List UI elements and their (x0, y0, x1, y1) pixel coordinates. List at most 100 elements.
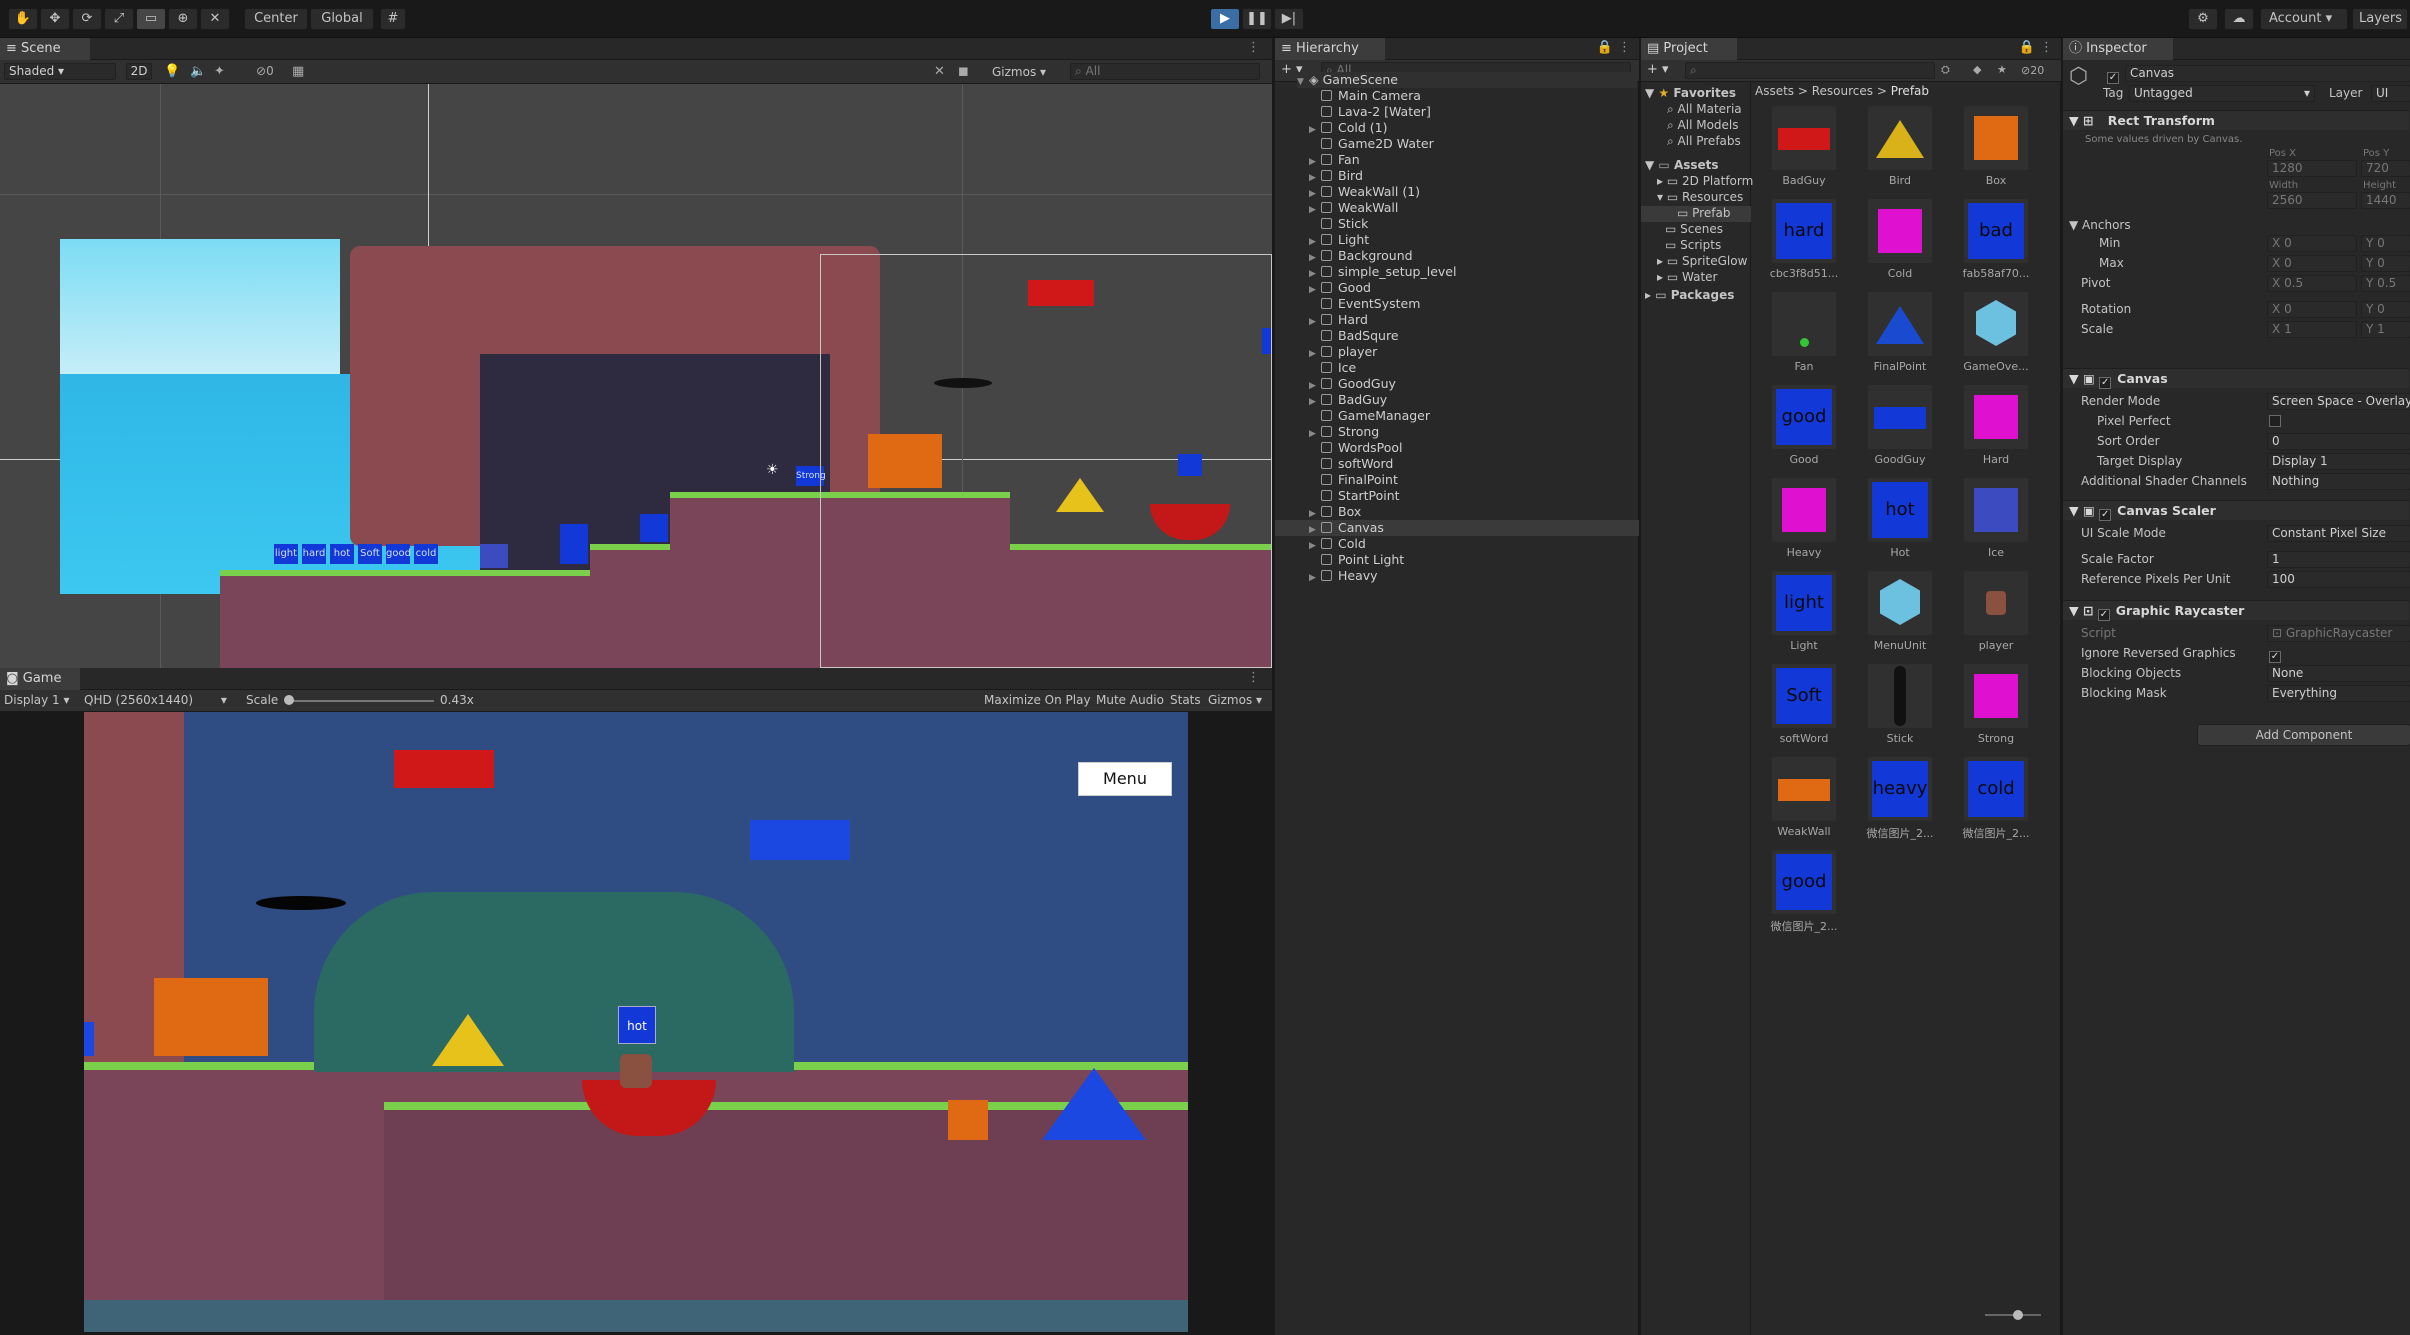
game-bird-triangle[interactable] (432, 1014, 504, 1066)
hierarchy-item[interactable]: ▶ Cold (1) (1275, 120, 1639, 136)
scene-menu-icon[interactable]: ⋮ (1247, 40, 1260, 55)
rotation-x[interactable]: X 0 (2267, 301, 2357, 318)
tab-project[interactable]: ▤ Project (1641, 38, 1737, 60)
hierarchy-item[interactable]: FinalPoint (1275, 472, 1639, 488)
asset-item[interactable]: Ice (1951, 478, 2041, 559)
game-blue-block[interactable] (750, 820, 850, 860)
asset-item[interactable]: Heavy (1759, 478, 1849, 559)
anchors-foldout[interactable]: ▼ Anchors (2069, 218, 2131, 232)
game-player[interactable] (620, 1054, 652, 1088)
fav-all-prefabs[interactable]: ⌕ All Prefabs (1667, 134, 1741, 149)
word-light[interactable]: light (274, 544, 298, 564)
tag-dropdown[interactable]: Untagged ▾ (2129, 85, 2315, 102)
scale-slider-handle[interactable] (284, 695, 294, 705)
asset-item[interactable]: heavy 微信图片_2... (1855, 757, 1945, 841)
tab-game[interactable]: ◙ Game (0, 668, 80, 690)
folder-resources[interactable]: ▾ ▭ Resources (1657, 190, 1743, 204)
active-checkbox[interactable]: ✓ (2107, 67, 2119, 84)
ice-block[interactable] (480, 544, 508, 568)
word-soft[interactable]: Soft (358, 544, 382, 564)
asset-item[interactable]: hot Hot (1855, 478, 1945, 559)
hierarchy-menu-icon[interactable]: ⋮ (1618, 40, 1631, 55)
fav-all-models[interactable]: ⌕ All Models (1667, 118, 1739, 133)
asset-item[interactable]: cold 微信图片_2... (1951, 757, 2041, 841)
resolution-dropdown[interactable]: QHD (2560x1440) ▾ (84, 693, 227, 707)
asset-item[interactable]: GameOve... (1951, 292, 2041, 373)
hierarchy-item[interactable]: EventSystem (1275, 296, 1639, 312)
asset-item[interactable]: bad fab58af70... (1951, 199, 2041, 280)
pos-y-field[interactable]: 720 (2361, 160, 2410, 177)
hierarchy-item[interactable]: ▶ WeakWall (1275, 200, 1639, 216)
assets-folder[interactable]: ▼ ▭ Assets (1645, 158, 1719, 172)
asset-item[interactable]: Bird (1855, 106, 1945, 187)
sort-order-field[interactable]: 0 (2267, 433, 2410, 450)
game-hot-word[interactable]: hot (618, 1006, 656, 1044)
maximize-on-play-toggle[interactable]: Maximize On Play (984, 693, 1091, 707)
asset-item[interactable]: player (1951, 571, 2041, 652)
pivot-global-button[interactable]: Global (310, 8, 374, 30)
asset-item[interactable]: light Light (1759, 571, 1849, 652)
layers-dropdown[interactable]: Layers (2352, 8, 2408, 30)
scale-factor-field[interactable]: 1 (2267, 551, 2410, 568)
anchor-min-y[interactable]: Y 0 (2361, 235, 2410, 252)
pivot-y[interactable]: Y 0.5 (2361, 275, 2410, 292)
target-display-dropdown[interactable]: Display 1 (2267, 453, 2410, 470)
hierarchy-item[interactable]: Stick (1275, 216, 1639, 232)
asset-item[interactable]: good Good (1759, 385, 1849, 466)
height-field[interactable]: 1440 (2361, 192, 2410, 209)
folder-scenes[interactable]: ▭ Scenes (1665, 222, 1723, 236)
rotate-tool-icon[interactable]: ⟳ (72, 8, 102, 30)
asset-item[interactable]: Fan (1759, 292, 1849, 373)
game-small-box[interactable] (948, 1100, 988, 1140)
canvas-component-header[interactable]: ▼ ▣ ✓ Canvas (2063, 368, 2409, 389)
shader-channels-dropdown[interactable]: Nothing (2267, 473, 2410, 490)
light-gizmo-icon[interactable]: ☀ (766, 463, 779, 477)
lock-icon[interactable]: 🔒 (1597, 40, 1613, 55)
game-menu-icon[interactable]: ⋮ (1247, 670, 1260, 685)
move-tool-icon[interactable]: ✥ (40, 8, 70, 30)
effects-icon[interactable]: ✦ (214, 64, 225, 79)
hierarchy-item[interactable]: Game2D Water (1275, 136, 1639, 152)
shading-mode-dropdown[interactable]: Shaded ▾ (4, 63, 116, 80)
services-icon[interactable]: ⚙ (2188, 8, 2218, 30)
scene-gizmos-dropdown[interactable]: Gizmos ▾ (992, 65, 1046, 79)
hierarchy-item[interactable]: Main Camera (1275, 88, 1639, 104)
pos-x-field[interactable]: 1280 (2267, 160, 2357, 177)
scale-x[interactable]: X 1 (2267, 321, 2357, 338)
icon-size-slider-handle[interactable] (2013, 1310, 2023, 1320)
game-stick[interactable] (256, 896, 346, 910)
scene-root-row[interactable]: ▼ ◈ GameScene (1297, 72, 1637, 88)
asset-item[interactable]: BadGuy (1759, 106, 1849, 187)
grid-snap-icon[interactable]: # (380, 8, 406, 30)
folder-spriteglow[interactable]: ▸ ▭ SpriteGlow (1657, 254, 1747, 268)
2d-toggle-button[interactable]: 2D (126, 63, 152, 80)
word-cold[interactable]: cold (414, 544, 438, 564)
render-mode-dropdown[interactable]: Screen Space - Overlay (2267, 393, 2410, 410)
add-component-button[interactable]: Add Component (2197, 724, 2410, 746)
asset-item[interactable]: Box (1951, 106, 2041, 187)
expand-arrow-icon[interactable]: ▶ (1309, 570, 1321, 586)
hierarchy-item[interactable]: Ice (1275, 360, 1639, 376)
asset-item[interactable]: Stick (1855, 664, 1945, 745)
tab-scene[interactable]: ≡ Scene (0, 38, 90, 60)
hierarchy-item[interactable]: ▶ simple_setup_level (1275, 264, 1639, 280)
game-viewport[interactable]: hot Menu (84, 712, 1188, 1332)
hierarchy-item[interactable]: WordsPool (1275, 440, 1639, 456)
hierarchy-item[interactable]: Point Light (1275, 552, 1639, 568)
game-box[interactable] (154, 978, 268, 1056)
hierarchy-item[interactable]: ▶ Cold (1275, 536, 1639, 552)
ignore-reversed-checkbox[interactable]: ✓ (2269, 646, 2281, 663)
folder-prefab-selected[interactable]: ▭ Prefab (1641, 206, 1751, 222)
layer-dropdown[interactable]: UI (2371, 85, 2410, 102)
fav-all-materials[interactable]: ⌕ All Materia (1667, 102, 1742, 117)
camera-icon[interactable]: ◼ (958, 64, 969, 79)
game-finalpoint-triangle[interactable] (1042, 1068, 1146, 1140)
asset-item[interactable]: MenuUnit (1855, 571, 1945, 652)
transform-tool-icon[interactable]: ⊕ (168, 8, 198, 30)
breadcrumb-assets[interactable]: Assets (1755, 84, 1794, 98)
hidden-objects-counter[interactable]: ⊘0 (256, 64, 274, 78)
scale-slider[interactable] (288, 700, 434, 702)
tab-inspector[interactable]: ⓘ Inspector (2063, 38, 2173, 60)
anchor-max-y[interactable]: Y 0 (2361, 255, 2410, 272)
hierarchy-item[interactable]: ▶ BadGuy (1275, 392, 1639, 408)
